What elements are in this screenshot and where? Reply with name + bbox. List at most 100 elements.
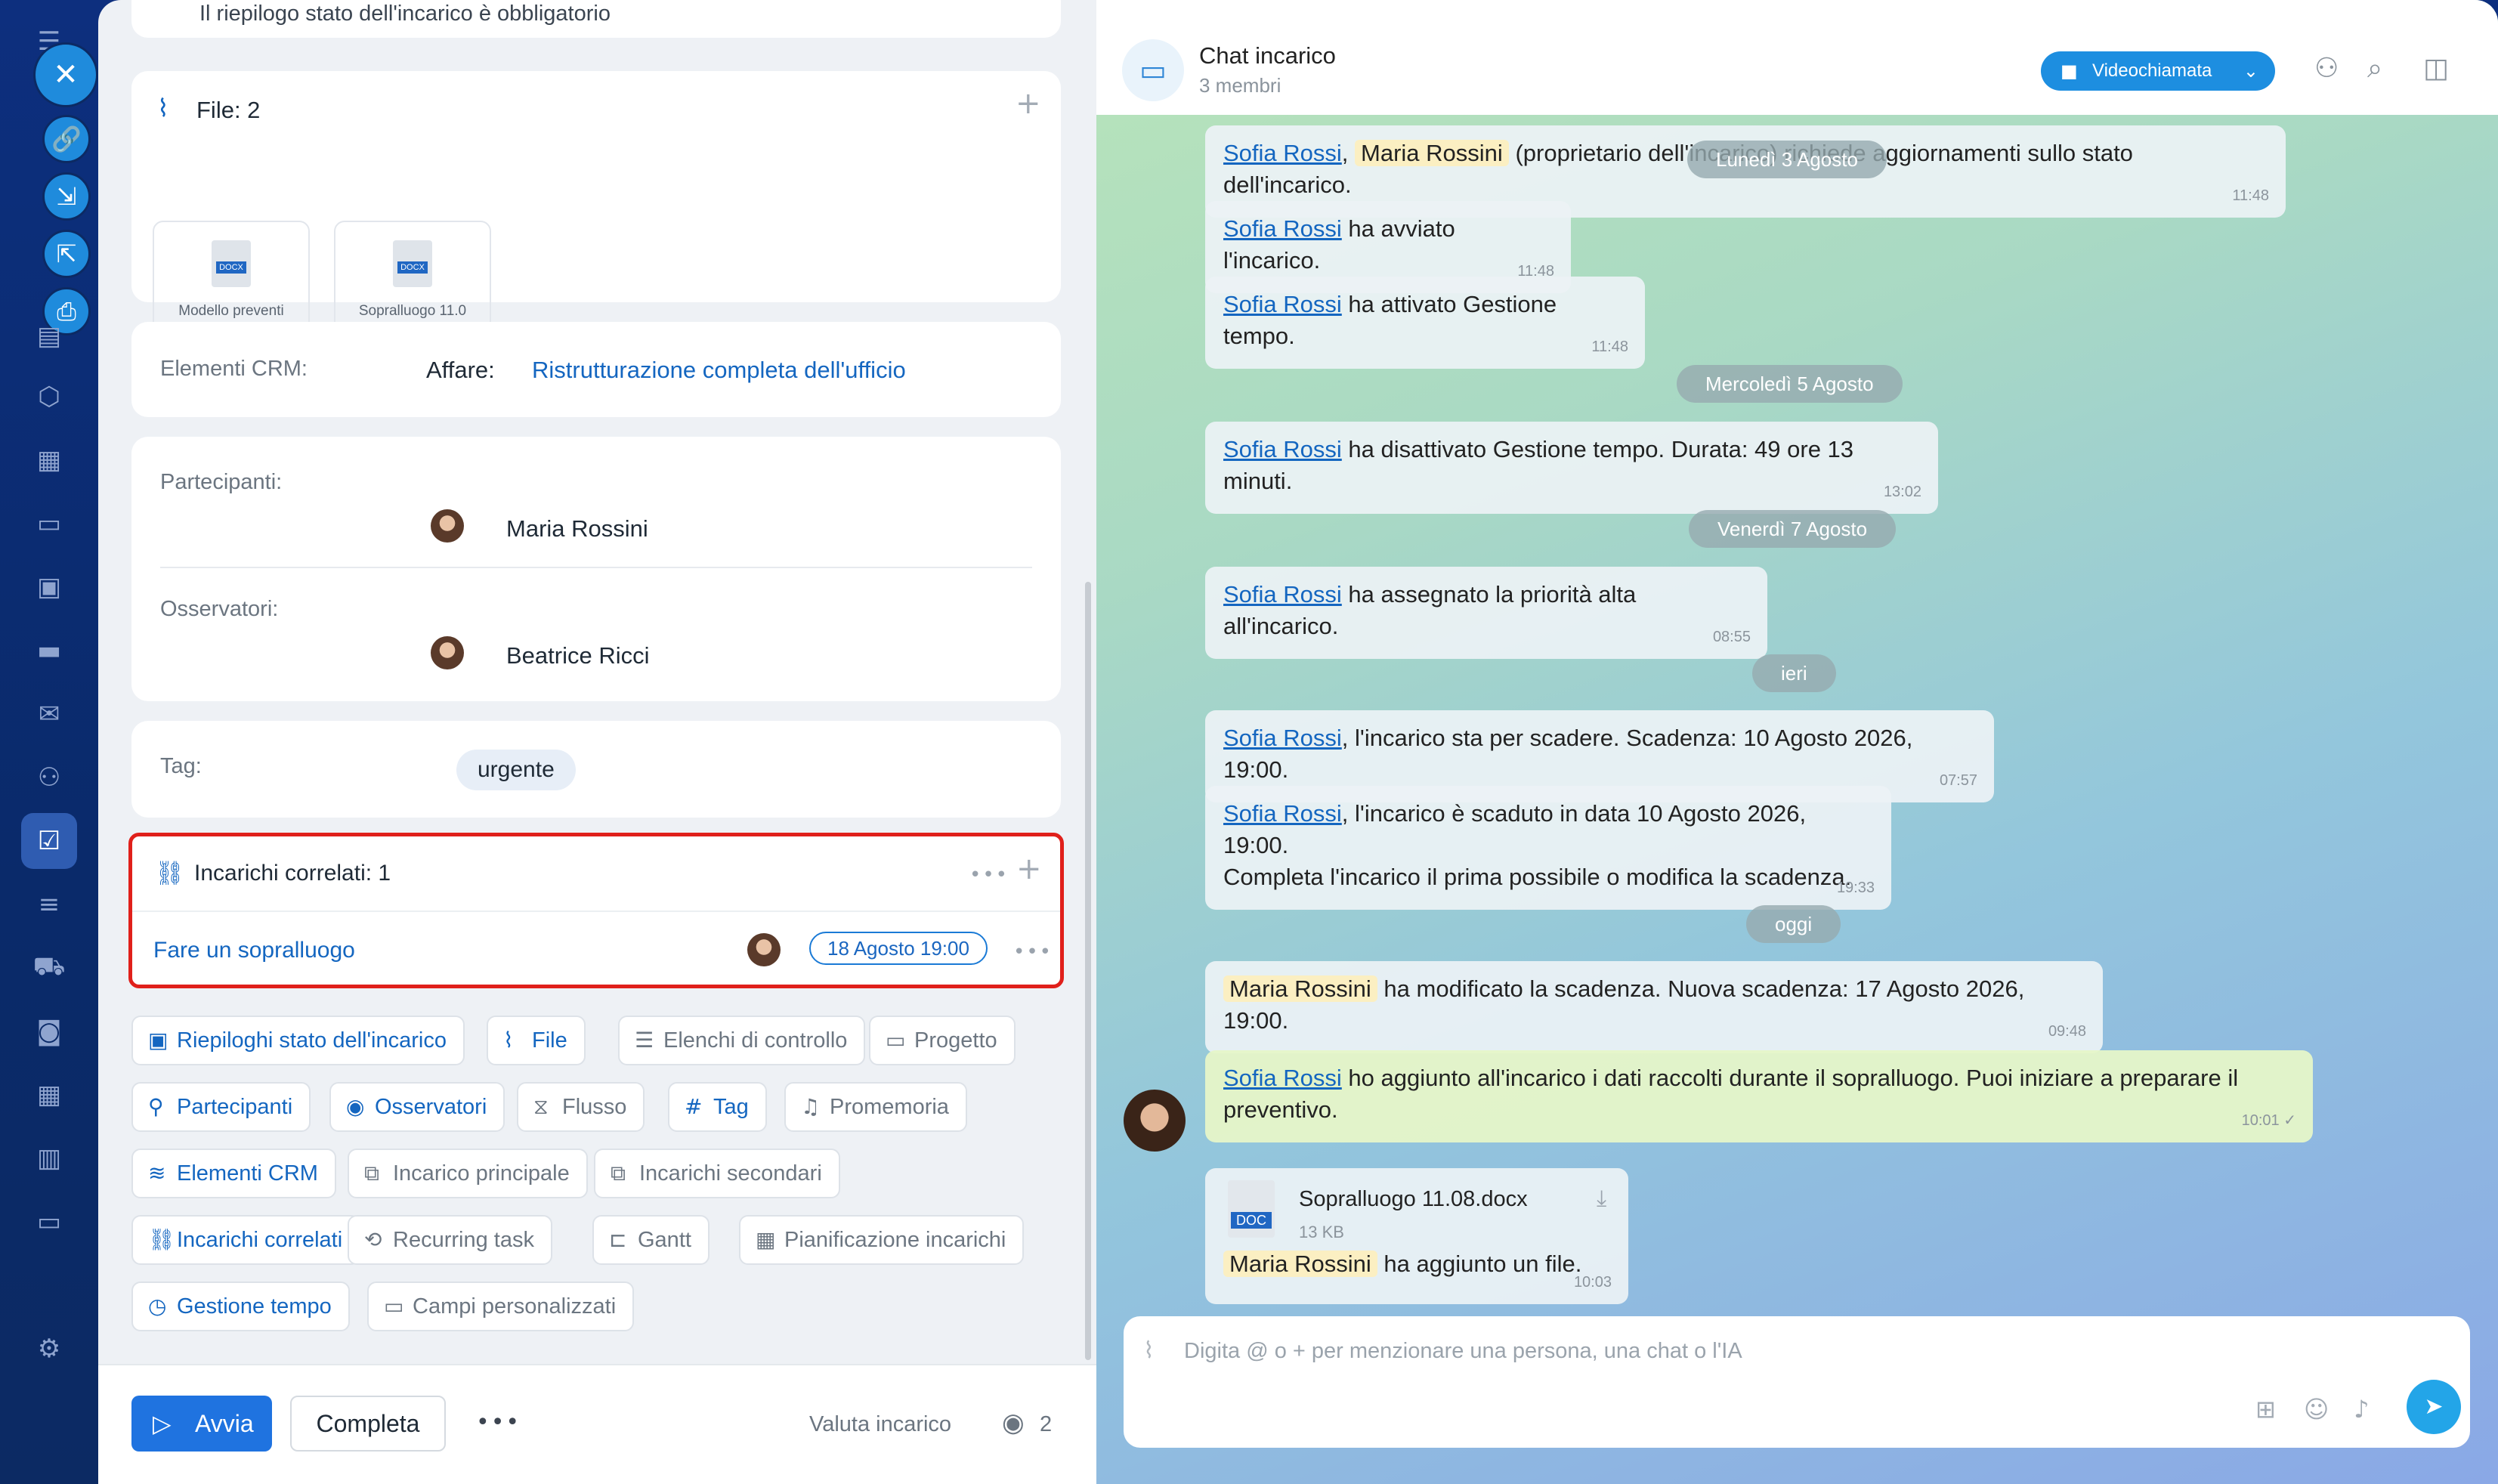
hexagon-icon[interactable]: ⬡ — [30, 378, 68, 416]
link-icon[interactable]: 🔗 — [42, 115, 91, 163]
chip-subtasks[interactable]: ⧉ Incarichi secondari — [594, 1149, 840, 1198]
paperclip-icon[interactable]: ⌇ — [1143, 1337, 1155, 1364]
board-icon[interactable]: ▣ — [30, 568, 68, 606]
close-icon[interactable]: ✕ — [33, 42, 98, 107]
author-link[interactable]: Sofia Rossi — [1223, 140, 1342, 166]
chat-avatar-icon: ▭ — [1122, 39, 1184, 101]
date-separator: ieri — [1752, 654, 1836, 692]
link-icon: ⛓ — [155, 860, 185, 887]
complete-button[interactable]: Completa — [290, 1396, 446, 1452]
views-count: 2 — [1040, 1412, 1053, 1436]
chevron-down-icon[interactable]: ⌄ — [2243, 51, 2258, 91]
send-button[interactable]: ➤ — [2407, 1380, 2461, 1434]
chip-project[interactable]: ▭ Progetto — [869, 1016, 1016, 1065]
message-time: 10:03 — [1573, 1274, 1612, 1291]
mention[interactable]: Maria Rossini — [1355, 140, 1509, 166]
message-input[interactable]: Digita @ o + per menzionare una persona,… — [1184, 1339, 1742, 1364]
doc-icon[interactable]: DOC — [1228, 1180, 1275, 1238]
scrollbar[interactable] — [1085, 582, 1091, 1360]
file-name[interactable]: Sopralluogo 11.08.docx — [1299, 1183, 1528, 1215]
chip-reminders[interactable]: ♫ Promemoria — [784, 1082, 967, 1132]
author-link[interactable]: Sofia Rossi — [1223, 215, 1342, 242]
chip-observers[interactable]: ◉ Osservatori — [329, 1082, 505, 1132]
observer-name[interactable]: Beatrice Ricci — [506, 642, 650, 669]
chat-members[interactable]: 3 membri — [1199, 74, 1281, 97]
chip-custom-fields[interactable]: ▭ Campi personalizzati — [367, 1281, 635, 1331]
row-more-icon[interactable]: ••• — [1013, 941, 1053, 963]
robot-icon[interactable]: ◙ — [30, 1013, 68, 1050]
more-actions-icon[interactable]: ••• — [476, 1409, 521, 1436]
mention[interactable]: Maria Rossini — [1223, 1251, 1377, 1277]
download-icon[interactable]: ⇲ — [42, 172, 91, 221]
person-icon: ⚲ — [148, 1094, 164, 1119]
chip-status-summaries[interactable]: ▣ Riepiloghi stato dell'incarico — [131, 1016, 465, 1065]
emoji-icon[interactable]: ☺ — [2304, 1395, 2329, 1424]
chip-time-tracking[interactable]: ◷ Gestione tempo — [131, 1281, 350, 1331]
author-link[interactable]: Sofia Rossi — [1223, 436, 1342, 462]
panel-icon[interactable]: ◫ — [2423, 53, 2449, 84]
chat-message: Sofia Rossi ha assegnato la priorità alt… — [1205, 567, 1767, 659]
chat-title: Chat incarico — [1199, 42, 1336, 69]
chip-related-tasks[interactable]: ⛓ Incarichi correlati — [131, 1215, 361, 1265]
message-composer[interactable]: ⌇ Digita @ o + per menzionare una person… — [1124, 1316, 2470, 1448]
external-icon[interactable]: ⇱ — [42, 230, 91, 278]
author-link[interactable]: Sofia Rossi — [1223, 1065, 1342, 1091]
divider — [160, 567, 1032, 568]
add-file-icon[interactable]: + — [1016, 86, 1041, 121]
author-link[interactable]: Sofia Rossi — [1223, 581, 1342, 608]
chip-flow[interactable]: ⧖ Flusso — [517, 1082, 645, 1132]
add-related-icon[interactable]: + — [1016, 852, 1042, 886]
chip-files[interactable]: ⌇ File — [487, 1016, 586, 1065]
camera-icon: ■ — [2061, 60, 2078, 82]
card-icon[interactable]: ▬ — [30, 632, 68, 669]
chip-parent-task[interactable]: ⧉ Incarico principale — [348, 1149, 588, 1198]
chip-checklists[interactable]: ☰ Elenchi di controllo — [618, 1016, 866, 1065]
parent-task-icon: ⧉ — [364, 1161, 379, 1186]
chip-recurring[interactable]: ⟲ Recurring task — [348, 1215, 552, 1265]
start-button[interactable]: ▷ Avvia — [131, 1396, 272, 1452]
chip-participants[interactable]: ⚲ Partecipanti — [131, 1082, 311, 1132]
chip-crm[interactable]: ≋ Elementi CRM — [131, 1149, 336, 1198]
building-icon[interactable]: ▥ — [30, 1139, 68, 1177]
rate-task-link[interactable]: Valuta incarico — [809, 1412, 951, 1437]
author-link[interactable]: Sofia Rossi — [1223, 291, 1342, 317]
microphone-icon[interactable]: ♪ — [2354, 1395, 2369, 1424]
file-icon[interactable]: ▭ — [30, 505, 68, 543]
mention[interactable]: Maria Rossini — [1223, 975, 1377, 1002]
author-link[interactable]: Sofia Rossi — [1223, 725, 1342, 751]
chat-icon[interactable]: ▭ — [30, 1203, 68, 1241]
chat-message: Sofia Rossi, l'incarico è scaduto in dat… — [1205, 786, 1891, 910]
filter-icon[interactable]: ≡ — [30, 886, 68, 923]
apps-icon[interactable]: ⊞ — [2255, 1395, 2276, 1424]
observers-label: Osservatori: — [160, 597, 279, 621]
document-icon[interactable]: ▤ — [30, 317, 68, 355]
deadline-badge[interactable]: 18 Agosto 19:00 — [809, 932, 988, 965]
chip-gantt[interactable]: ⊏ Gantt — [592, 1215, 710, 1265]
search-icon[interactable]: ⌕ — [2367, 53, 2382, 85]
crm-deal-link[interactable]: Ristrutturazione completa dell'ufficio — [532, 357, 906, 384]
related-task-link[interactable]: Fare un sopralluogo — [153, 938, 355, 963]
play-icon: ▷ — [153, 1409, 172, 1438]
link-icon: ⛓ — [148, 1227, 175, 1252]
crm-icon: ≋ — [148, 1161, 166, 1186]
settings-icon[interactable]: ⚙ — [30, 1330, 68, 1368]
calendar-icon[interactable]: ▦ — [30, 441, 68, 479]
chip-planner[interactable]: ▦ Pianificazione incarichi — [739, 1215, 1025, 1265]
grid-icon[interactable]: ▦ — [30, 1076, 68, 1114]
download-icon[interactable]: ⤓ — [1597, 1183, 1606, 1215]
add-user-icon[interactable]: ⚇ — [2314, 53, 2339, 84]
people-icon[interactable]: ⚇ — [30, 759, 68, 796]
message-time: 07:57 — [1939, 772, 1977, 789]
more-icon[interactable]: ••• — [969, 864, 1009, 886]
avatar — [431, 636, 464, 669]
video-call-button[interactable]: ■ Videochiamata ⌄ — [2041, 51, 2275, 91]
tasks-icon[interactable]: ☑ — [21, 813, 77, 869]
chip-tag[interactable]: # Tag — [668, 1082, 767, 1132]
docx-icon: DOCX — [212, 240, 251, 287]
participant-name[interactable]: Maria Rossini — [506, 515, 648, 543]
tag-pill[interactable]: urgente — [456, 750, 576, 790]
chat-message-own: Sofia Rossi ho aggiunto all'incarico i d… — [1205, 1050, 2313, 1142]
author-link[interactable]: Sofia Rossi — [1223, 800, 1342, 827]
cart-icon[interactable]: ⛟ — [30, 949, 68, 987]
mail-icon[interactable]: ✉ — [30, 695, 68, 733]
